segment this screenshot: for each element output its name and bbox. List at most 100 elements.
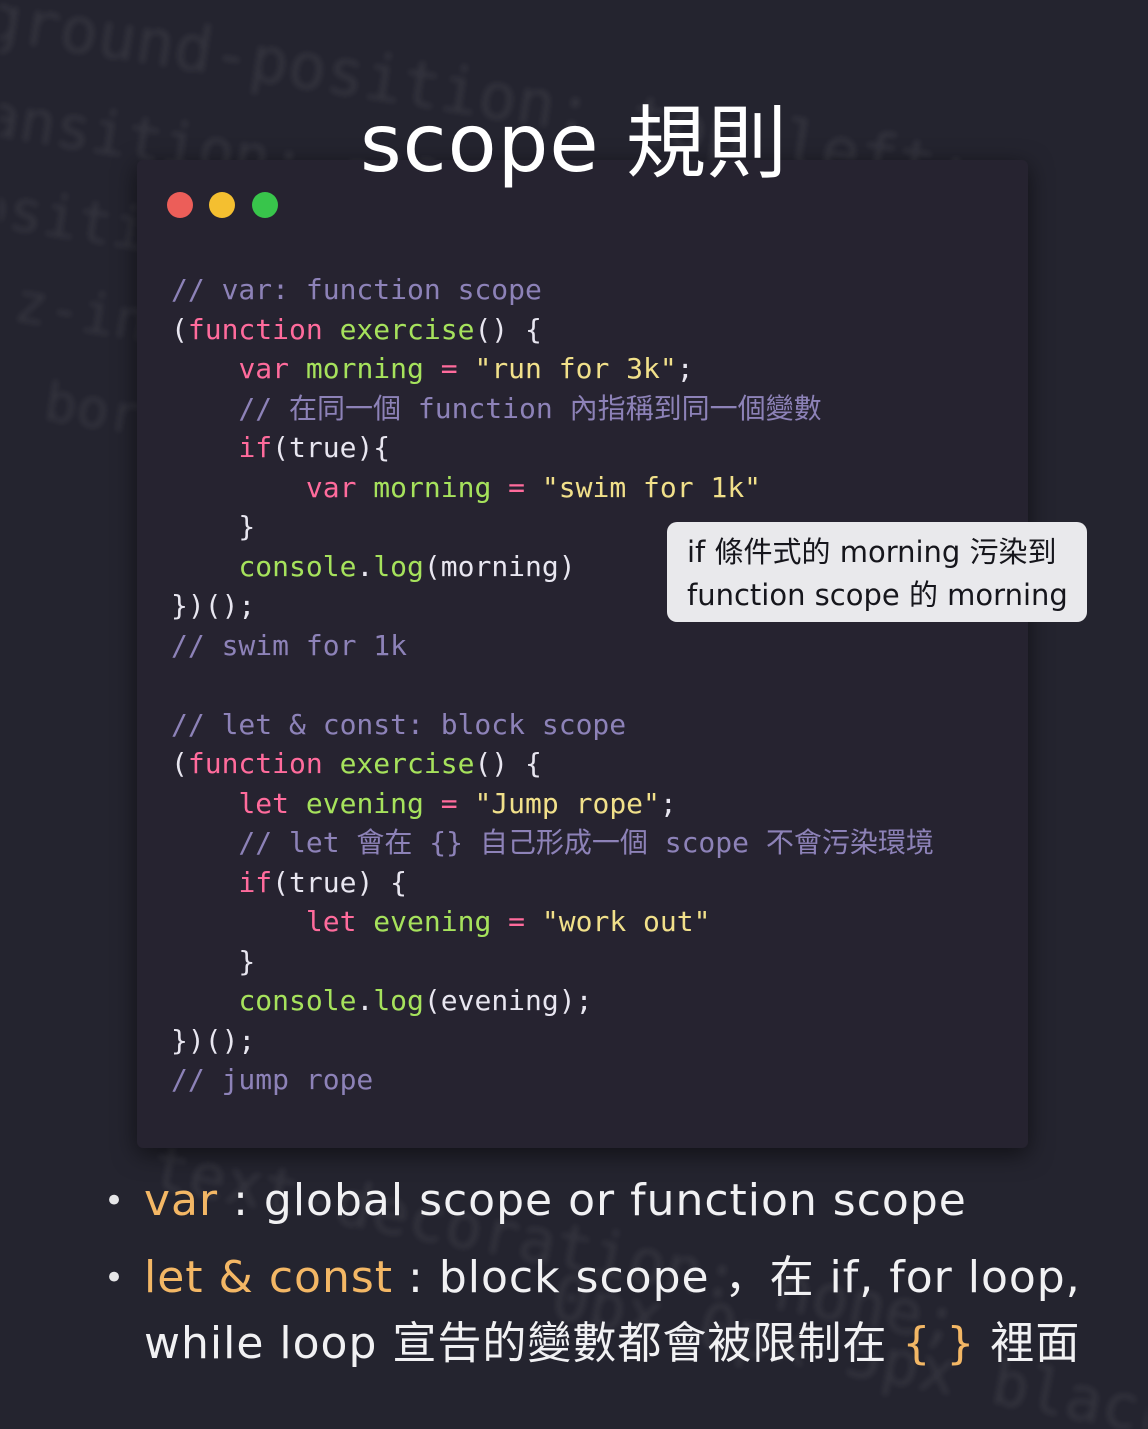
code-line: (function exercise() { xyxy=(171,310,934,350)
code-line: // var: function scope xyxy=(171,270,934,310)
code-line: // swim for 1k xyxy=(171,626,934,666)
note-let-cont-prefix: while loop 宣告的變數都會被限制在 xyxy=(144,1318,903,1369)
code-line: // jump rope xyxy=(171,1060,934,1100)
code-token: console xyxy=(238,984,357,1017)
code-token: () { xyxy=(474,747,542,780)
code-token: })(); xyxy=(171,1023,256,1057)
code-token: ; xyxy=(676,352,694,385)
code-token: log xyxy=(373,549,424,583)
code-token: evening xyxy=(373,905,492,938)
code-token: log xyxy=(373,984,424,1017)
code-token: ( xyxy=(171,747,188,780)
code-line: // 在同一個 function 內指稱到同一個變數 xyxy=(171,389,934,429)
code-line: } xyxy=(171,942,934,982)
code-token: exercise xyxy=(339,312,475,346)
minimize-dot-icon xyxy=(209,192,235,218)
code-token: // var: function scope xyxy=(171,273,542,306)
code-token: var xyxy=(305,470,357,504)
notes-list: • var : global scope or function scope •… xyxy=(100,1168,1130,1377)
code-token: exercise xyxy=(339,747,475,780)
code-token: evening xyxy=(305,786,424,820)
code-token: } xyxy=(171,944,256,978)
code-token: (morning) xyxy=(423,549,576,583)
code-token: ( xyxy=(171,312,188,346)
code-line: let evening = "Jump rope"; xyxy=(171,784,934,824)
background-code-line: bor xyxy=(40,370,147,448)
code-token: = xyxy=(508,470,526,504)
code-token: (evening); xyxy=(423,984,593,1017)
code-block: // var: function scope (function exercise… xyxy=(171,270,934,1100)
code-token: function xyxy=(187,312,323,346)
code-token: = xyxy=(440,786,458,820)
code-token: // jump rope xyxy=(171,1063,374,1096)
note-var-desc: : global scope or function scope xyxy=(218,1175,967,1226)
maximize-dot-icon xyxy=(252,192,278,218)
code-token: if xyxy=(238,865,273,899)
bullet-icon: • xyxy=(104,1181,126,1221)
code-token: } xyxy=(171,510,256,543)
code-token: // 在同一個 function 內指稱到同一個變數 xyxy=(171,391,822,425)
code-token: ; xyxy=(659,786,677,820)
code-token: (true) { xyxy=(272,865,408,899)
note-var: • var : global scope or function scope xyxy=(100,1168,1130,1234)
code-token: if xyxy=(238,431,273,464)
code-line: let evening = "work out" xyxy=(171,902,934,942)
code-token: console xyxy=(238,549,357,583)
code-token: "run for 3k" xyxy=(474,352,677,385)
code-token: // let 會在 {} 自己形成一個 scope 不會污染環境 xyxy=(171,826,934,859)
code-line: (function exercise() { xyxy=(171,744,934,784)
note-let-const-cont: while loop 宣告的變數都會被限制在 { } 裡面 xyxy=(100,1311,1130,1377)
code-token: = xyxy=(508,905,526,938)
code-token: "work out" xyxy=(541,905,711,938)
code-line: var morning = "swim for 1k" xyxy=(171,468,934,508)
code-token: let xyxy=(305,905,357,938)
note-let-desc: : block scope ，在 if, for loop, xyxy=(393,1252,1081,1303)
code-line: var morning = "run for 3k"; xyxy=(171,349,934,389)
code-line: })(); xyxy=(171,1021,934,1061)
code-window: // var: function scope (function exercise… xyxy=(137,160,1028,1148)
code-token: . xyxy=(356,984,374,1017)
code-line: if(true){ xyxy=(171,428,934,468)
annotation-callout: if 條件式的 morning 污染到 function scope 的 mor… xyxy=(667,522,1087,622)
note-let-cont-suffix: 裡面 xyxy=(975,1318,1081,1369)
code-token: // swim for 1k xyxy=(171,628,408,662)
code-token: . xyxy=(356,549,374,583)
code-token: function xyxy=(187,747,323,780)
bullet-icon: • xyxy=(104,1258,126,1298)
code-token: })(); xyxy=(171,589,256,622)
code-line: console.log(evening); xyxy=(171,981,934,1021)
code-token: (true){ xyxy=(272,431,391,464)
page-title: scope 規則 xyxy=(359,97,789,190)
close-dot-icon xyxy=(167,192,193,218)
code-token: = xyxy=(440,352,458,385)
note-braces: { } xyxy=(902,1318,976,1369)
callout-line-1: if 條件式的 morning 污染到 xyxy=(687,535,1057,569)
code-token: morning xyxy=(373,470,492,504)
code-token: "Jump rope" xyxy=(474,786,660,820)
code-token: morning xyxy=(305,352,424,385)
code-token: "swim for 1k" xyxy=(541,470,762,504)
code-token: var xyxy=(238,352,290,385)
note-let-const: • let & const : block scope ，在 if, for l… xyxy=(100,1245,1130,1311)
